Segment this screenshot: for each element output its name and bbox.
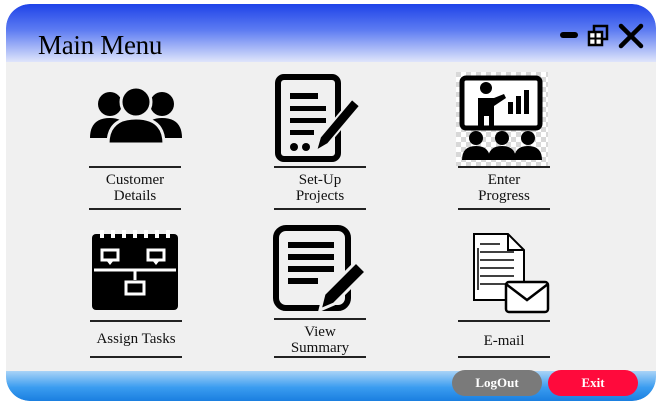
close-icon	[618, 23, 644, 49]
restore-button[interactable]	[586, 22, 610, 50]
divider-line	[89, 166, 181, 168]
divider-line	[458, 166, 550, 168]
label-line-1: Customer	[105, 172, 165, 188]
exit-button[interactable]: Exit	[548, 370, 638, 396]
divider-line	[458, 208, 550, 210]
minimize-icon	[560, 32, 578, 38]
calendar-flowchart-icon	[90, 228, 180, 317]
divider-line	[89, 208, 181, 210]
menu-label-email: E-mail	[483, 333, 525, 349]
divider-line	[90, 320, 182, 322]
divider-line	[274, 208, 366, 210]
close-button[interactable]	[618, 22, 644, 50]
window-title: Main Menu	[38, 30, 163, 60]
menu-label-enter-progress: Enter Progress	[449, 172, 559, 204]
divider-line	[274, 166, 366, 168]
divider-line	[90, 356, 182, 358]
divider-line	[274, 356, 366, 358]
email-document-icon	[470, 230, 550, 319]
logout-button[interactable]: LogOut	[452, 370, 542, 396]
label-line-2: Details	[113, 188, 157, 204]
users-group-icon	[88, 80, 184, 151]
divider-line	[458, 320, 550, 322]
menu-label-assign-tasks: Assign Tasks	[96, 331, 176, 347]
document-signature-icon	[272, 73, 362, 168]
title-bar: Main Menu	[6, 4, 656, 62]
divider-line	[458, 356, 550, 358]
menu-label-view-summary: View Summary	[265, 324, 375, 356]
label-line-2: Projects	[295, 188, 345, 204]
minimize-button[interactable]	[558, 22, 580, 50]
divider-line	[274, 318, 366, 320]
menu-label-setup-projects: Set-Up Projects	[265, 172, 375, 204]
label-line-1: View	[304, 324, 336, 340]
menu-label-customer-details: Customer Details	[80, 172, 190, 204]
label-line-2: Summary	[290, 340, 350, 356]
edit-document-icon	[270, 224, 369, 321]
label-line-2: Progress	[478, 188, 530, 204]
restore-icon	[587, 24, 609, 47]
presentation-icon	[456, 72, 548, 171]
label-line-1: Enter	[487, 172, 521, 188]
label-line-1: Set-Up	[298, 172, 342, 188]
main-menu-window: Main Menu Customer Details Set-Up Projec…	[6, 4, 656, 401]
